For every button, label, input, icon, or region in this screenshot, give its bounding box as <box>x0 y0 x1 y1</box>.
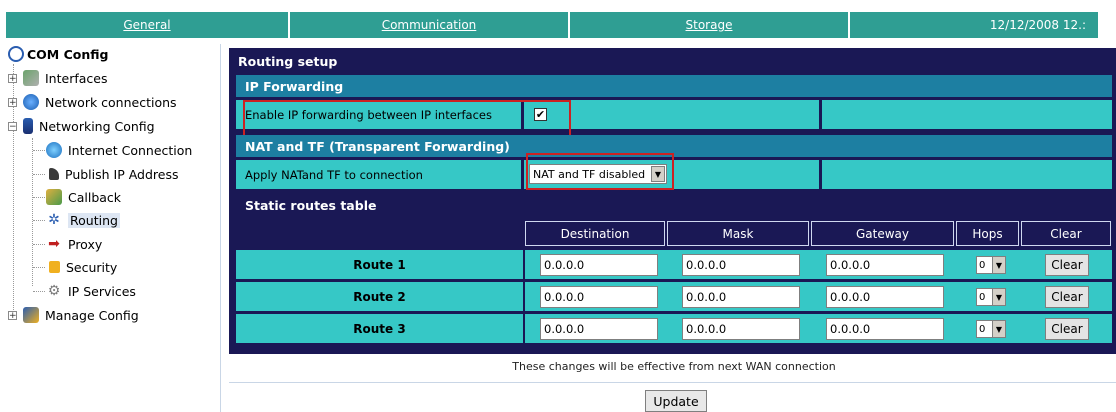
collapse-icon[interactable]: − <box>8 121 17 131</box>
highlight-box <box>243 100 571 137</box>
tree-item-label: Security <box>66 259 118 275</box>
gear-icon: ⚙ <box>47 283 61 299</box>
tab-general[interactable]: General <box>6 12 290 38</box>
section-nat-tf: NAT and TF (Transparent Forwarding) <box>236 135 1112 157</box>
hops-select[interactable]: 0 ▼ <box>976 256 1006 274</box>
expand-icon[interactable]: + <box>8 97 17 107</box>
clear-button[interactable]: Clear <box>1045 254 1089 276</box>
lock-icon <box>49 261 60 273</box>
tree-item-label: Internet Connection <box>68 142 193 158</box>
hops-value: 0 <box>979 323 986 335</box>
manage-config-icon <box>23 307 39 323</box>
com-config-icon <box>8 46 24 62</box>
tree-connector <box>33 197 45 198</box>
tree-item-manage-config[interactable]: + Manage Config <box>8 305 139 325</box>
update-button[interactable]: Update <box>645 390 707 412</box>
nat-label: Apply NATand TF to connection <box>236 160 521 189</box>
destination-input[interactable] <box>540 254 658 276</box>
routing-icon: ✲ <box>48 212 60 228</box>
tab-communication[interactable]: Communication <box>290 12 570 38</box>
column-header-mask: Mask <box>667 221 809 246</box>
dropdown-arrow-icon[interactable]: ▼ <box>992 321 1005 337</box>
clear-button[interactable]: Clear <box>1045 286 1089 308</box>
hops-value: 0 <box>979 291 986 303</box>
tree-item-label: Manage Config <box>45 307 139 323</box>
route-name: Route 2 <box>236 282 523 311</box>
date-display: 12/12/2008 12.: <box>850 12 1100 38</box>
tree-item-security[interactable]: Security <box>46 257 117 277</box>
destination-input[interactable] <box>540 318 658 340</box>
tree-item-label: Callback <box>68 189 122 205</box>
tree-connector <box>33 174 45 175</box>
section-ip-forwarding: IP Forwarding <box>236 75 1112 97</box>
mask-input[interactable] <box>682 318 800 340</box>
tree-item-label: Publish IP Address <box>65 166 179 182</box>
tree-item-label: Interfaces <box>45 70 108 86</box>
networking-config-icon <box>23 118 33 134</box>
tree-item-label: Network connections <box>45 94 177 110</box>
interfaces-icon <box>23 70 39 86</box>
tree-item-label: Routing <box>68 212 120 228</box>
empty-cell <box>822 100 1112 129</box>
top-tab-bar: General Communication Storage 12/12/2008… <box>0 0 1116 40</box>
mask-input[interactable] <box>682 286 800 308</box>
highlight-box <box>526 153 674 190</box>
column-header-gateway: Gateway <box>811 221 954 246</box>
tree-item-label: Proxy <box>68 236 103 252</box>
column-header-destination: Destination <box>525 221 665 246</box>
tree-item-label: IP Services <box>68 283 136 299</box>
dropdown-arrow-icon[interactable]: ▼ <box>992 257 1005 273</box>
tree-item-ip-services[interactable]: ⚙ IP Services <box>46 281 136 301</box>
tab-storage[interactable]: Storage <box>570 12 850 38</box>
panel-title: Routing setup <box>238 53 338 69</box>
expand-icon[interactable]: + <box>8 73 17 83</box>
hops-value: 0 <box>979 259 986 271</box>
tree-item-internet-connection[interactable]: Internet Connection <box>46 140 192 160</box>
publish-icon <box>49 168 59 180</box>
gateway-input[interactable] <box>826 318 944 340</box>
routing-setup-panel: Routing setup IP Forwarding Enable IP fo… <box>229 48 1116 354</box>
tree-item-callback[interactable]: Callback <box>46 187 121 207</box>
destination-input[interactable] <box>540 286 658 308</box>
hops-select[interactable]: 0 ▼ <box>976 320 1006 338</box>
route-name: Route 1 <box>236 250 523 279</box>
mask-input[interactable] <box>682 254 800 276</box>
tree-root[interactable]: COM Config <box>8 44 108 64</box>
section-static-routes: Static routes table <box>236 194 1112 216</box>
tree-connector <box>33 291 45 292</box>
effective-note: These changes will be effective from nex… <box>512 360 836 373</box>
expand-icon[interactable]: + <box>8 310 17 320</box>
hops-select[interactable]: 0 ▼ <box>976 288 1006 306</box>
column-header-clear: Clear <box>1021 221 1111 246</box>
tree-connector <box>33 220 45 221</box>
gateway-input[interactable] <box>826 254 944 276</box>
internet-icon <box>46 142 62 158</box>
tree-item-routing[interactable]: ✲ Routing <box>46 210 120 230</box>
gateway-input[interactable] <box>826 286 944 308</box>
tree-item-network-connections[interactable]: + Network connections <box>8 92 177 112</box>
divider <box>229 382 1116 383</box>
tree-item-proxy[interactable]: ➡ Proxy <box>46 234 102 254</box>
tree-item-networking-config[interactable]: − Networking Config <box>8 116 155 136</box>
tree-connector <box>33 150 45 151</box>
tree-item-publish-ip[interactable]: Publish IP Address <box>46 164 179 184</box>
tree-connector <box>32 138 33 286</box>
tree-connector <box>33 267 45 268</box>
empty-cell <box>822 160 1112 189</box>
clear-button[interactable]: Clear <box>1045 318 1089 340</box>
tree-item-label: Networking Config <box>39 118 155 134</box>
config-tree: COM Config + Interfaces + Network connec… <box>0 44 221 412</box>
callback-icon <box>46 189 62 205</box>
tree-item-interfaces[interactable]: + Interfaces <box>8 68 107 88</box>
tree-connector <box>33 244 45 245</box>
network-icon <box>23 94 39 110</box>
column-header-blank <box>236 219 523 247</box>
dropdown-arrow-icon[interactable]: ▼ <box>992 289 1005 305</box>
column-header-hops: Hops <box>956 221 1019 246</box>
proxy-icon: ➡ <box>48 236 60 252</box>
route-name: Route 3 <box>236 314 523 343</box>
tree-root-label: COM Config <box>27 46 109 62</box>
